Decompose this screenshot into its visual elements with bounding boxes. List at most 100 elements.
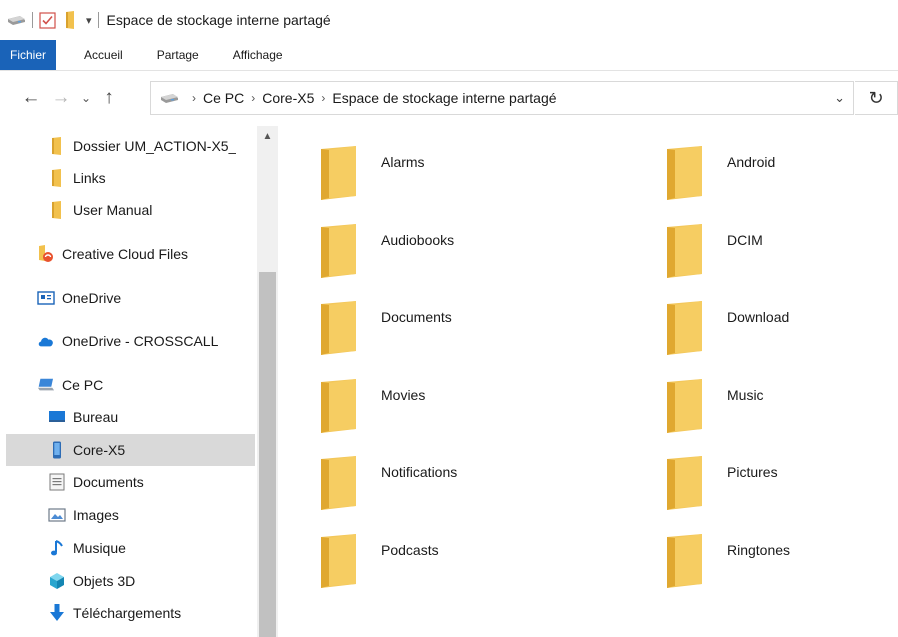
folder-icon bbox=[320, 223, 360, 281]
folder-icon bbox=[666, 301, 706, 358]
sidebar-item-images[interactable]: Images bbox=[6, 499, 255, 531]
sidebar-item-label: Dossier UM_ACTION-X5_ bbox=[73, 138, 237, 154]
images-icon bbox=[48, 506, 66, 524]
cloud-icon bbox=[37, 332, 55, 350]
address-bar[interactable]: › Ce PC › Core-X5 › Espace de stockage i… bbox=[150, 81, 854, 115]
separator bbox=[32, 12, 33, 28]
cube-3d-icon bbox=[48, 572, 66, 590]
folder-item[interactable]: Audiobooks bbox=[278, 204, 608, 278]
folder-icon bbox=[48, 137, 66, 155]
folder-item[interactable]: Android bbox=[624, 126, 898, 200]
folder-view: Alarms Android Audiobooks DCIM Documents Down… bbox=[278, 126, 898, 637]
folder-icon bbox=[666, 146, 706, 203]
scrollbar-thumb[interactable] bbox=[259, 272, 276, 637]
sidebar-item-label: Téléchargements bbox=[73, 605, 182, 621]
folder-icon bbox=[320, 301, 360, 358]
sidebar-item-label: Ce PC bbox=[62, 377, 104, 393]
sidebar-item-dossier-um-action-x5[interactable]: Dossier UM_ACTION-X5_ bbox=[6, 130, 255, 162]
ribbon: Fichier Accueil Partage Affichage bbox=[0, 40, 898, 71]
refresh-icon[interactable]: ↻ bbox=[855, 81, 898, 115]
folder-item[interactable]: Movies bbox=[278, 359, 608, 433]
sidebar-item-label: Creative Cloud Files bbox=[62, 246, 189, 262]
new-folder-icon[interactable] bbox=[64, 11, 76, 29]
breadcrumb-ce-pc[interactable]: Ce PC bbox=[203, 90, 244, 106]
sidebar-scrollbar[interactable]: ▲ bbox=[257, 126, 278, 637]
sidebar-item-links[interactable]: Links bbox=[6, 162, 255, 194]
up-arrow-icon[interactable]: ↑ bbox=[96, 81, 122, 115]
folder-name: Pictures bbox=[727, 464, 778, 480]
tab-accueil[interactable]: Accueil bbox=[72, 40, 135, 70]
download-arrow-icon bbox=[48, 604, 66, 622]
scroll-up-arrow-icon[interactable]: ▲ bbox=[257, 126, 278, 146]
properties-checkbox-icon[interactable] bbox=[39, 11, 56, 29]
folder-item[interactable]: Music bbox=[624, 359, 898, 433]
folder-item[interactable]: Podcasts bbox=[278, 514, 608, 588]
folder-icon bbox=[48, 169, 66, 187]
folder-icon bbox=[48, 201, 66, 219]
sidebar-item-musique[interactable]: Musique bbox=[6, 532, 255, 564]
breadcrumb-chevron-icon[interactable]: › bbox=[251, 91, 255, 105]
folder-item[interactable]: Alarms bbox=[278, 126, 608, 200]
folder-name: Audiobooks bbox=[381, 231, 455, 248]
folder-item[interactable]: Notifications bbox=[278, 436, 608, 510]
documents-icon bbox=[48, 473, 66, 491]
breadcrumb-core-x5[interactable]: Core-X5 bbox=[262, 90, 314, 106]
sidebar-item-user-manual[interactable]: User Manual bbox=[6, 194, 255, 226]
sidebar-item-ce-pc[interactable]: Ce PC bbox=[6, 369, 255, 401]
sidebar-item-label: Documents bbox=[73, 474, 144, 490]
drive-icon bbox=[6, 14, 26, 26]
phone-icon bbox=[48, 441, 66, 459]
creative-cloud-icon bbox=[37, 245, 55, 263]
breadcrumb-chevron-icon[interactable]: › bbox=[192, 91, 196, 105]
forward-arrow-icon[interactable]: → bbox=[46, 81, 76, 115]
back-arrow-icon[interactable]: ← bbox=[16, 81, 46, 115]
tab-affichage[interactable]: Affichage bbox=[221, 40, 295, 70]
folder-item[interactable]: DCIM bbox=[624, 204, 898, 278]
sidebar-item-objets-3d[interactable]: Objets 3D bbox=[6, 565, 255, 597]
folder-icon bbox=[320, 378, 360, 436]
folder-icon bbox=[666, 378, 706, 436]
tab-partage[interactable]: Partage bbox=[145, 40, 211, 70]
sidebar-item-t-l-chargements[interactable]: Téléchargements bbox=[6, 597, 255, 629]
folder-name: Movies bbox=[381, 386, 426, 403]
address-dropdown-chevron-icon[interactable]: ⌄ bbox=[834, 90, 845, 106]
breadcrumb-chevron-icon[interactable]: › bbox=[321, 91, 325, 105]
folder-item[interactable]: Documents bbox=[278, 281, 608, 355]
folder-name: Podcasts bbox=[381, 541, 439, 558]
sidebar-item-label: OneDrive bbox=[62, 290, 122, 306]
title-bar: ▾ Espace de stockage interne partagé bbox=[0, 0, 898, 40]
music-icon bbox=[48, 539, 66, 557]
recent-locations-chevron-icon[interactable]: ⌄ bbox=[76, 81, 96, 115]
sidebar-item-label: Images bbox=[73, 507, 119, 523]
folder-item[interactable]: Ringtones bbox=[624, 514, 898, 588]
folder-item[interactable]: Pictures bbox=[624, 436, 898, 510]
sidebar-item-documents[interactable]: Documents bbox=[6, 466, 255, 498]
sidebar-item-label: Objets 3D bbox=[73, 573, 136, 589]
sidebar-item-creative-cloud-files[interactable]: Creative Cloud Files bbox=[6, 238, 255, 270]
onedrive-box-icon bbox=[37, 289, 55, 307]
breadcrumb-current-folder[interactable]: Espace de stockage interne partagé bbox=[332, 90, 556, 106]
sidebar-item-label: Core-X5 bbox=[73, 442, 126, 458]
sidebar-item-label: OneDrive - CROSSCALL bbox=[62, 333, 219, 349]
folder-name: Android bbox=[727, 154, 776, 170]
navigation-pane: Dossier UM_ACTION-X5_ Links User Manual Cre… bbox=[0, 126, 278, 637]
sidebar-item-onedrive-crosscall[interactable]: OneDrive - CROSSCALL bbox=[6, 325, 255, 357]
folder-name: Music bbox=[727, 386, 764, 403]
customize-toolbar-icon[interactable]: ▾ bbox=[86, 14, 92, 27]
sidebar-item-label: Links bbox=[73, 170, 106, 186]
sidebar-item-core-x5[interactable]: Core-X5 bbox=[6, 434, 255, 466]
folder-icon bbox=[666, 223, 706, 281]
sidebar-item-label: Musique bbox=[73, 540, 126, 556]
folder-name: Alarms bbox=[381, 154, 425, 170]
desktop-icon bbox=[48, 408, 66, 426]
drive-icon bbox=[159, 92, 179, 104]
folder-name: Notifications bbox=[381, 464, 458, 480]
tab-fichier[interactable]: Fichier bbox=[0, 40, 57, 70]
folder-item[interactable]: Download bbox=[624, 281, 898, 355]
sidebar-item-onedrive[interactable]: OneDrive bbox=[6, 282, 255, 314]
sidebar-item-bureau[interactable]: Bureau bbox=[6, 401, 255, 433]
folder-name: DCIM bbox=[727, 231, 763, 248]
separator bbox=[97, 12, 99, 28]
folder-name: Documents bbox=[381, 309, 452, 325]
folder-icon bbox=[320, 533, 360, 591]
